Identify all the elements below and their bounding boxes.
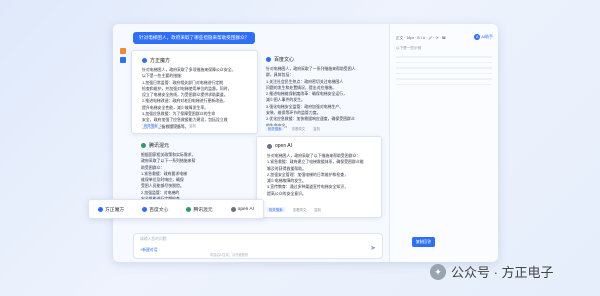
- card-body: 针对电梯困人，政府采取了多项措施来保障公众安全。 以下是一些主要的措施： 1.加强日…: [142, 67, 249, 130]
- card-title: open AI: [275, 143, 292, 149]
- watermark: ✦ 公众号 · 方正电子: [430, 262, 554, 281]
- card-line: 提高公众的安全意识。: [267, 190, 306, 196]
- ai-icon: A: [474, 34, 481, 40]
- fangzheng-logo-icon: [142, 58, 147, 63]
- answer-card-openai: open AI 针对电梯困人，政府采取了以下措施来帮助受困群众： 1.紧急救援：政…: [256, 136, 382, 218]
- openai-logo-icon: [267, 143, 272, 149]
- side-toolbar: [120, 48, 126, 63]
- editor-toolbar[interactable]: 正文 · 16px · B I U · 🖉 · ⟳ · 🖼: [396, 36, 446, 42]
- card-body: 针对电梯困人，政府采取了以下措施来帮助受困群众： 1.紧急救援：政府建立了电梯救援…: [267, 153, 373, 197]
- card-action-button[interactable]: 查看原文: [293, 207, 307, 212]
- history-icon[interactable]: [120, 48, 126, 54]
- model-chip-label: open AI: [237, 206, 254, 212]
- model-selector: 方正魔方 百度文心 腾讯混元 open AI: [88, 199, 264, 219]
- model-chip-label: 腾讯混元: [193, 207, 213, 213]
- editor-subtitle: 以下是一些示例: [396, 46, 422, 50]
- card-action-button[interactable]: 复制: [189, 123, 196, 128]
- card-line: 2.优化应急救援：加快救援响应速度，确保受困群众: [266, 116, 355, 122]
- answer-card-fangzheng: 方正魔方 针对电梯困人，政府采取了多项措施来保障公众安全。 以下是一些主要的措施：…: [131, 50, 258, 134]
- document-icon[interactable]: [120, 57, 126, 63]
- ai-disclaimer: 内容由AI生成，请仔细甄别: [210, 253, 249, 257]
- tencent-logo-icon: [141, 143, 146, 148]
- editor-content[interactable]: [396, 56, 492, 89]
- copy-answer-button[interactable]: 复制回答: [411, 237, 435, 247]
- new-chat-button[interactable]: +新建对话: [140, 248, 157, 253]
- card-action-button[interactable]: 查看原文: [168, 123, 182, 128]
- card-actions: 相关搜索 查看原文 复制: [142, 123, 196, 128]
- model-chip-label: 方正魔方: [105, 207, 125, 213]
- ai-assistant-button[interactable]: A AI助手: [474, 34, 493, 40]
- input-placeholder: 请输入您的问题: [140, 237, 167, 241]
- editor-panel: 正文 · 16px · B I U · 🖉 · ⟳ · 🖼 A AI助手 以下是一…: [389, 24, 498, 262]
- model-chip-tencent[interactable]: 腾讯混元: [182, 203, 216, 216]
- card-title: 百度文心: [274, 57, 295, 63]
- card-action-button[interactable]: 复制: [313, 126, 320, 131]
- card-actions: 相关搜索 查看原文 复制: [267, 207, 321, 212]
- model-chip-baidu[interactable]: 百度文心: [138, 203, 172, 216]
- baidu-logo-icon: [142, 206, 148, 212]
- baidu-logo-icon: [266, 57, 271, 62]
- chat-input[interactable]: 请输入您的问题 +新建对话 ➤: [133, 233, 383, 259]
- answer-card-tencent: 腾讯混元 根据国家相关政策和实际需求， 政府采取了以下一系列措施来帮 助受困群众： 1…: [131, 136, 251, 201]
- card-action-button[interactable]: 相关搜索: [266, 126, 284, 131]
- answer-card-baidu: 百度文心 针对电梯困人，政府采取了一系列措施来帮助受困人 群，具体包括： 1.关注社…: [256, 50, 378, 136]
- card-action-button[interactable]: 相关搜索: [142, 123, 160, 128]
- fangzheng-logo-icon: [98, 206, 103, 212]
- model-chip-openai[interactable]: open AI: [227, 204, 258, 215]
- model-chip-label: 百度文心: [149, 207, 169, 213]
- watermark-text: 公众号 · 方正电子: [451, 265, 554, 280]
- card-body: 针对电梯困人，政府采取了一系列措施来帮助受困人 群，具体包括： 1.关注社会民生热点…: [266, 66, 370, 129]
- card-title: 方正魔方: [150, 58, 171, 64]
- ai-assistant-label: AI助手: [481, 34, 493, 39]
- wechat-icon: ✦: [430, 263, 446, 280]
- openai-logo-icon: [230, 206, 236, 212]
- model-chip-fangzheng[interactable]: 方正魔方: [94, 203, 128, 216]
- tencent-logo-icon: [186, 206, 192, 212]
- card-action-button[interactable]: 相关搜索: [267, 207, 285, 212]
- card-line: 1.紧急救援：政府建立了电梯救援体系，确保受困群众能: [267, 159, 364, 165]
- card-actions: 相关搜索 查看原文 复制: [266, 126, 320, 131]
- send-icon[interactable]: ➤: [370, 245, 376, 252]
- card-action-button[interactable]: 查看原文: [292, 126, 306, 131]
- card-action-button[interactable]: 复制: [314, 207, 321, 212]
- card-body: 根据国家相关政策和实际需求， 政府采取了以下一系列措施来帮 助受困群众： 1.紧急救援…: [141, 152, 243, 202]
- card-title: 腾讯混元: [149, 143, 170, 149]
- user-prompt-bubble: 针对电梯困人，政府采取了哪些措施来帮助受困群众？: [133, 32, 256, 44]
